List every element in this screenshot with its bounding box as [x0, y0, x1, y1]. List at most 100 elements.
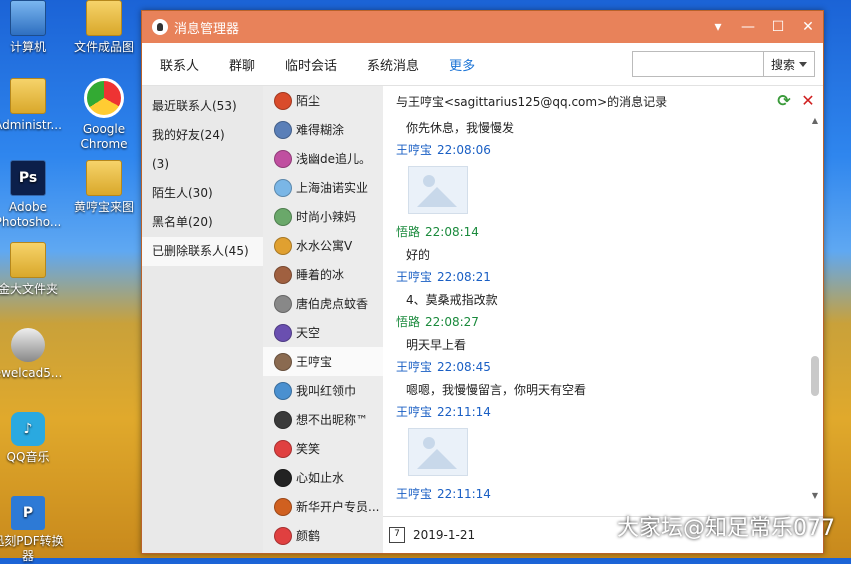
- avatar-icon: [274, 497, 292, 516]
- contact-item[interactable]: 我叫红领巾: [263, 376, 383, 405]
- avatar-icon: [274, 323, 292, 342]
- contact-item[interactable]: 颜鹤: [263, 521, 383, 550]
- message-text: 好的: [406, 248, 431, 262]
- contact-item[interactable]: 浅幽de追儿。: [263, 144, 383, 173]
- message-scrollbar[interactable]: ▲ ▼: [810, 116, 820, 501]
- desktop-icon-label: 金大文件夹: [0, 282, 58, 296]
- computer-icon: [10, 0, 46, 36]
- tab-more[interactable]: 更多: [437, 55, 487, 74]
- avatar-icon: [274, 468, 292, 487]
- window-title: 消息管理器: [174, 21, 240, 37]
- contact-item[interactable]: 上海油诺实业: [263, 173, 383, 202]
- message-time: 22:08:14: [425, 225, 479, 239]
- desktop-icon-label: 黄哼宝来图: [73, 200, 134, 214]
- contact-item[interactable]: 王哼宝: [263, 347, 383, 376]
- contact-item[interactable]: 想不出昵称™: [263, 405, 383, 434]
- chrome-icon: [84, 78, 124, 118]
- jewelcad-icon: [11, 328, 45, 362]
- desktop-icon-computer[interactable]: 计算机: [0, 0, 66, 55]
- pdf-converter-icon: P: [11, 496, 45, 530]
- message-sender: 王哼宝: [396, 405, 433, 419]
- image-placeholder-icon[interactable]: [408, 166, 468, 214]
- group-item[interactable]: 最近联系人(53): [142, 92, 263, 121]
- desktop-icon-label: ewelcad5...: [0, 366, 63, 380]
- tab-contacts[interactable]: 联系人: [148, 55, 211, 74]
- desktop-icon-folder-3[interactable]: 金大文件夹: [0, 242, 66, 297]
- group-item[interactable]: 已删除联系人(45): [142, 237, 263, 266]
- tab-group-chat[interactable]: 群聊: [217, 55, 267, 74]
- desktop-icon-label: QQ音乐: [6, 450, 50, 464]
- tab-temp-session[interactable]: 临时会话: [273, 55, 349, 74]
- contact-item[interactable]: 心如止水: [263, 463, 383, 492]
- desktop-icon-label: 文件成品图: [73, 40, 134, 54]
- desktop-icon-pdf[interactable]: P 迅刻PDF转换器: [0, 496, 66, 564]
- group-item[interactable]: 黑名单(20): [142, 208, 263, 237]
- contact-item[interactable]: 笑笑: [263, 434, 383, 463]
- avatar-icon: [274, 91, 292, 110]
- message-time: 22:08:27: [425, 315, 479, 329]
- contact-item[interactable]: 难得糊涂: [263, 115, 383, 144]
- photoshop-icon: Ps: [10, 160, 46, 196]
- calendar-icon[interactable]: 7: [389, 527, 405, 543]
- avatar-icon: [274, 526, 292, 545]
- desktop-icon-jewelcad[interactable]: ewelcad5...: [0, 328, 66, 381]
- contact-item[interactable]: 睡着的冰: [263, 260, 383, 289]
- scrollbar-thumb[interactable]: [811, 356, 819, 396]
- minimize-button[interactable]: —: [733, 19, 763, 35]
- contact-item[interactable]: 唐伯虎点蚊香: [263, 289, 383, 318]
- contact-item[interactable]: 陌尘: [263, 86, 383, 115]
- avatar-icon: [274, 120, 292, 139]
- contact-item[interactable]: 时尚小辣妈: [263, 202, 383, 231]
- desktop-icon-qq-music[interactable]: ♪ QQ音乐: [0, 412, 66, 465]
- group-item[interactable]: 我的好友(24): [142, 121, 263, 150]
- contact-item[interactable]: 天空: [263, 318, 383, 347]
- contact-name: 想不出昵称™: [296, 413, 369, 427]
- delete-icon[interactable]: ✕: [799, 92, 817, 110]
- avatar-icon: [274, 178, 292, 197]
- menu-dropdown-button[interactable]: ▾: [703, 19, 733, 35]
- desktop-icon-photoshop[interactable]: Ps Adobe Photosho...: [0, 160, 66, 230]
- scroll-up-icon[interactable]: ▲: [810, 116, 820, 126]
- folder-icon: [86, 160, 122, 196]
- contact-list: 陌尘难得糊涂 浅幽de追儿。 上海油诺实业时尚小辣妈水水公寓V 睡着的冰 唐伯虎点蚊香天…: [263, 86, 383, 553]
- image-placeholder-icon[interactable]: [408, 428, 468, 476]
- tab-system-messages[interactable]: 系统消息: [355, 55, 431, 74]
- contact-item[interactable]: 新华开户专员...: [263, 492, 383, 521]
- group-item[interactable]: (3): [142, 150, 263, 179]
- contact-name: 笑笑: [296, 442, 321, 456]
- search-input[interactable]: [633, 52, 763, 76]
- contact-name: 时尚小辣妈: [296, 210, 357, 224]
- chat-history-panel: 与王哼宝<sagittarius125@qq.com>的消息记录 ⟳ ✕ 你先休…: [383, 86, 823, 553]
- contact-name: 水水公寓V: [296, 239, 353, 253]
- avatar-icon: [274, 149, 292, 168]
- desktop-icon-folder-2[interactable]: 黄哼宝来图: [66, 160, 142, 215]
- main-body: 最近联系人(53) 我的好友(24) (3) 陌生人(30) 黑名单(20) 已删除联系人…: [142, 86, 823, 553]
- qq-music-icon: ♪: [11, 412, 45, 446]
- maximize-button[interactable]: ☐: [763, 19, 793, 35]
- desktop-icon-folder-1[interactable]: 文件成品图: [66, 0, 142, 55]
- message-sender: 王哼宝: [396, 487, 433, 501]
- contact-name: 王哼宝: [296, 355, 333, 369]
- contact-name: 新华开户专员...: [296, 500, 380, 514]
- scroll-down-icon[interactable]: ▼: [810, 491, 820, 501]
- group-item[interactable]: 陌生人(30): [142, 179, 263, 208]
- contact-item[interactable]: 水水公寓V: [263, 231, 383, 260]
- close-button[interactable]: ✕: [793, 19, 823, 35]
- search-button[interactable]: 搜索: [763, 52, 814, 76]
- message-time: 22:08:45: [437, 360, 491, 374]
- title-bar[interactable]: 消息管理器 ▾ — ☐ ✕: [142, 11, 823, 43]
- message-text: 明天早上看: [406, 338, 467, 352]
- avatar-icon: [274, 265, 292, 284]
- message-time: 22:08:21: [437, 270, 491, 284]
- contact-name: 我叫红领巾: [296, 384, 357, 398]
- desktop-icon-administrator[interactable]: Administr...: [0, 78, 66, 133]
- desktop-icon-chrome[interactable]: Google Chrome: [66, 78, 142, 152]
- search-box: 搜索: [632, 51, 815, 77]
- avatar-icon: [274, 439, 292, 458]
- contact-name: 陌尘: [296, 94, 321, 108]
- avatar-icon: [274, 207, 292, 226]
- refresh-icon[interactable]: ⟳: [775, 92, 793, 110]
- group-list: 最近联系人(53) 我的好友(24) (3) 陌生人(30) 黑名单(20) 已删除联系人…: [142, 86, 263, 553]
- desktop-icon-label: 迅刻PDF转换器: [0, 534, 64, 563]
- message-sender: 王哼宝: [396, 143, 433, 157]
